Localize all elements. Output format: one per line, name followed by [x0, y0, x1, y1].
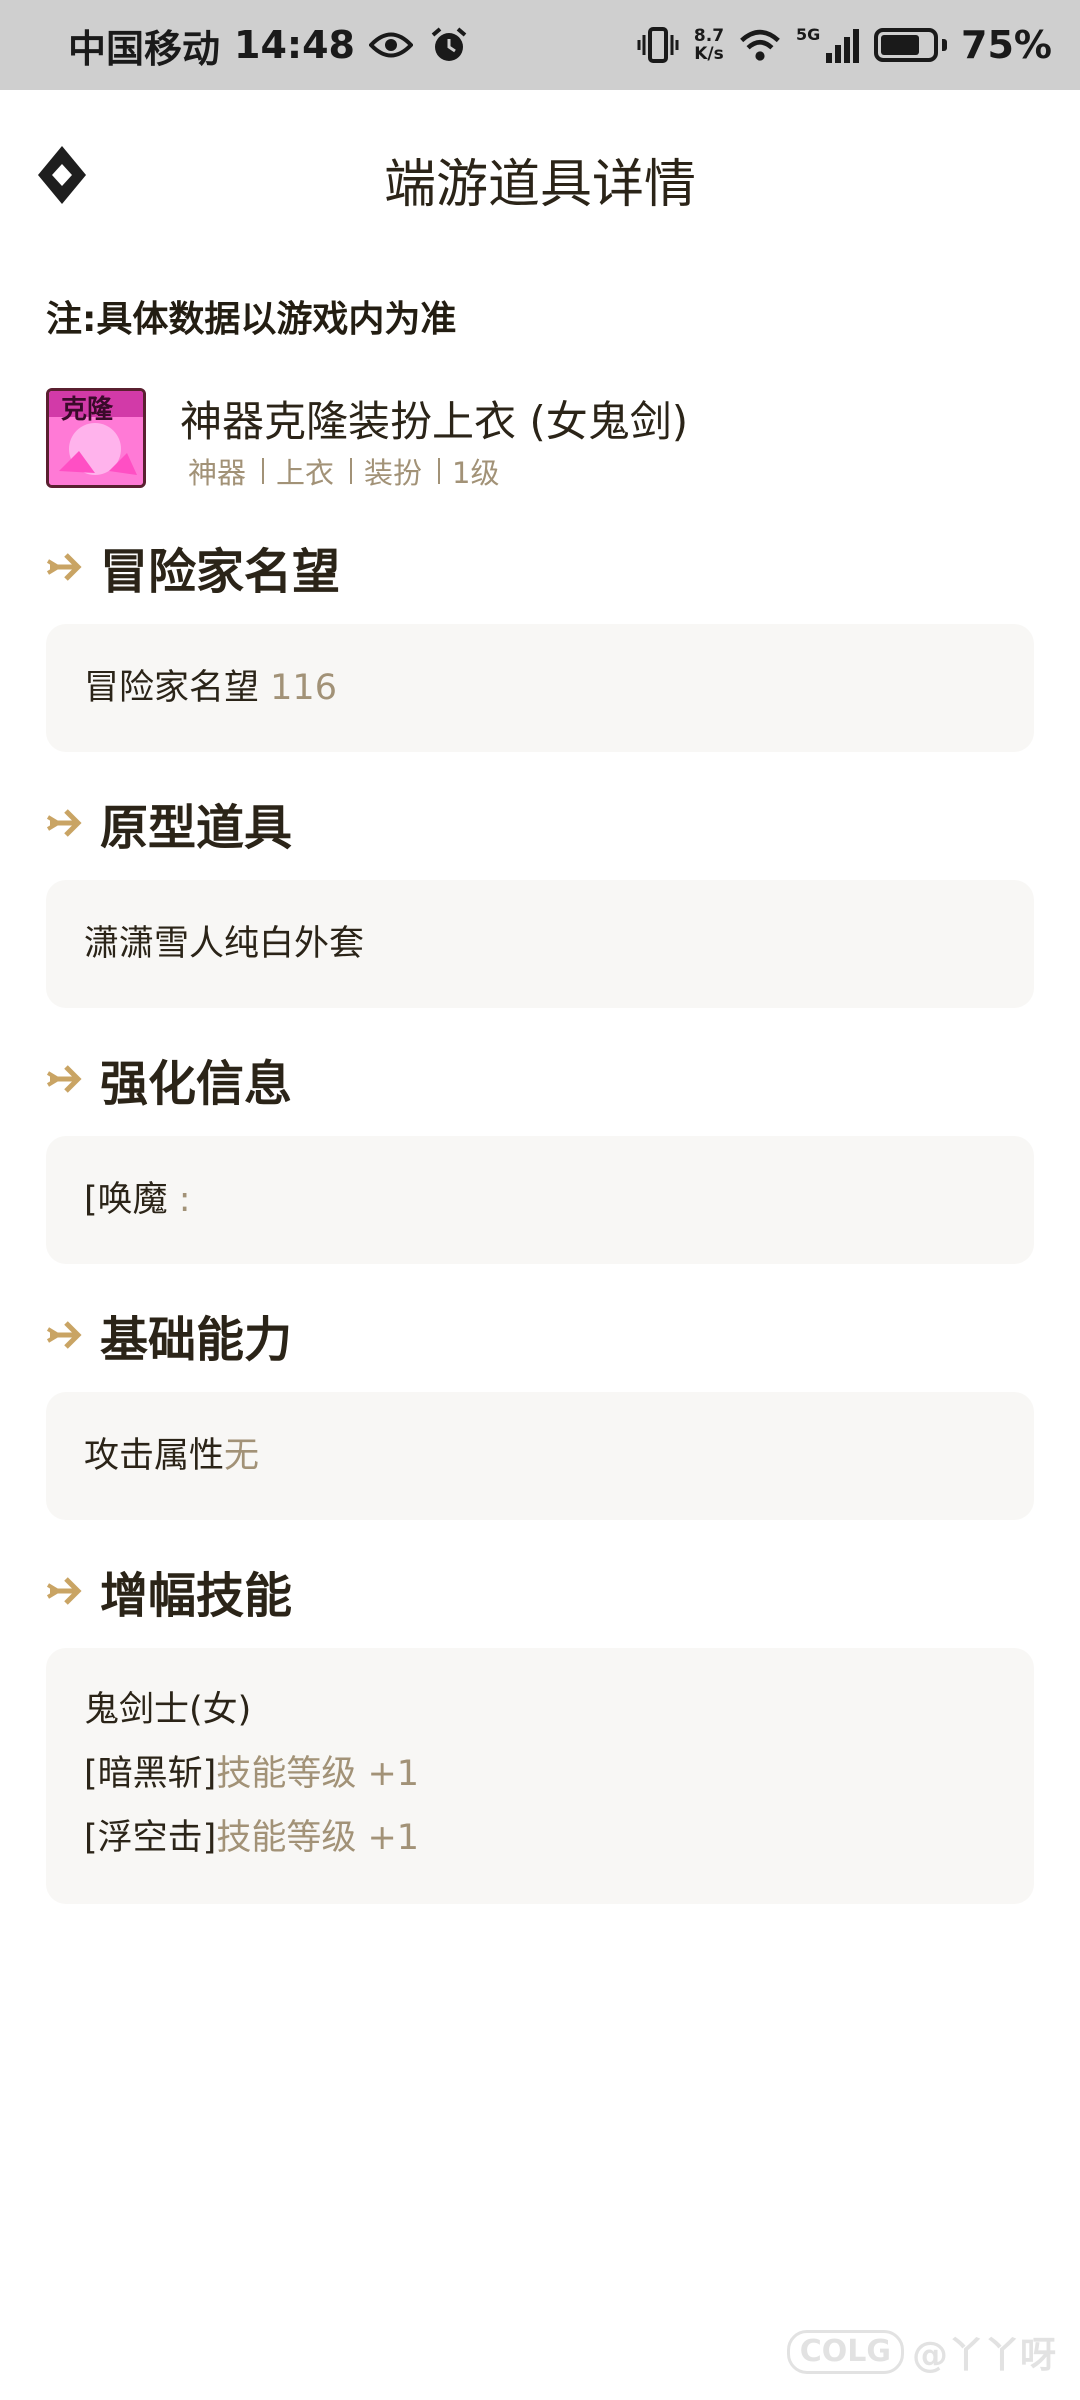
signal-icon: 5G: [796, 25, 860, 65]
section-header-prototype: 原型道具: [46, 788, 1036, 858]
skill-row: [暗黑斩]技能等级 +1: [84, 1742, 996, 1806]
basic-label: 攻击属性: [84, 1436, 225, 1476]
battery-icon: [874, 28, 948, 62]
enhance-line: [唤魔 :: [84, 1168, 996, 1232]
reputation-card: 冒险家名望 116: [46, 624, 1034, 752]
enhance-suffix: :: [178, 1180, 191, 1220]
watermark: COLG @丫丫呀: [786, 2326, 1056, 2378]
carrier-label: 中国移动: [68, 26, 221, 71]
section-header-skills: 增幅技能: [46, 1556, 1036, 1626]
section-header-enhance: 强化信息: [46, 1044, 1036, 1114]
net-speed: 8.7 K/s: [694, 27, 724, 63]
item-thumbnail-text: 克隆: [61, 395, 114, 425]
basic-value: 无: [224, 1436, 260, 1476]
net-speed-value: 8.7: [693, 26, 725, 46]
section-title: 强化信息: [100, 1056, 293, 1112]
status-bar-right: 8.7 K/s 5G 75%: [636, 23, 1052, 67]
arrow-icon: [46, 1577, 82, 1605]
status-bar-left: 中国移动 14:48: [68, 18, 471, 73]
item-tag: 上衣: [276, 456, 335, 490]
item-header: 克隆 神器克隆装扮上衣 (女鬼剑) 神器 上衣 装扮 1级: [46, 388, 1036, 492]
item-name: 神器克隆装扮上衣 (女鬼剑): [180, 397, 689, 446]
battery-fill: [881, 35, 919, 55]
skill-row: [浮空击]技能等级 +1: [84, 1806, 996, 1870]
watermark-user: @丫丫呀: [911, 2335, 1056, 2376]
wifi-icon: [738, 25, 782, 65]
status-bar: 中国移动 14:48 8.7 K/s 5G 75%: [0, 0, 1080, 90]
network-type-label: 5G: [796, 25, 821, 44]
basic-line: 攻击属性无: [84, 1424, 996, 1488]
arrow-icon: [46, 1065, 82, 1093]
data-disclaimer-note: 注:具体数据以游戏内为准: [46, 299, 457, 340]
tag-divider: [438, 458, 441, 484]
page-title: 端游道具详情: [383, 155, 696, 215]
section-header-reputation: 冒险家名望: [46, 532, 1036, 602]
tag-divider: [262, 458, 265, 484]
skills-card: 鬼剑士(女) [暗黑斩]技能等级 +1 [浮空击]技能等级 +1: [46, 1648, 1034, 1904]
section-title: 原型道具: [100, 800, 293, 856]
tag-divider: [350, 458, 353, 484]
skill-name: [暗黑斩]: [84, 1754, 217, 1794]
arrow-icon: [46, 1321, 82, 1349]
skill-name: [浮空击]: [84, 1818, 217, 1858]
enhance-label: [唤魔: [84, 1180, 168, 1220]
vibrate-icon: [636, 25, 680, 65]
item-tag: 装扮: [364, 456, 423, 490]
prototype-item-name: 潇潇雪人纯白外套: [84, 924, 365, 964]
item-tags: 神器 上衣 装扮 1级: [188, 450, 500, 492]
reputation-line: 冒险家名望 116: [84, 656, 996, 720]
eye-icon: [368, 25, 413, 65]
section-header-basic: 基础能力: [46, 1300, 1036, 1370]
section-title: 增幅技能: [100, 1568, 293, 1624]
battery-percent: 75%: [961, 23, 1052, 67]
skills-class-name: 鬼剑士(女): [84, 1690, 252, 1730]
section-title: 基础能力: [100, 1312, 293, 1368]
item-tag: 神器: [188, 456, 247, 490]
battery-tip: [942, 39, 948, 51]
watermark-logo: COLG: [786, 2330, 904, 2374]
clock-time: 14:48: [234, 23, 355, 67]
reputation-value: 116: [270, 668, 337, 708]
arrow-icon: [46, 553, 82, 581]
arrow-icon: [46, 809, 82, 837]
top-bar: 端游道具详情: [0, 90, 1080, 260]
skill-effect: 技能等级 +1: [216, 1818, 420, 1858]
enhance-card: [唤魔 :: [46, 1136, 1034, 1264]
reputation-label: 冒险家名望: [84, 668, 260, 708]
skill-effect: 技能等级 +1: [216, 1754, 420, 1794]
net-speed-unit: K/s: [694, 44, 724, 64]
item-thumbnail: 克隆: [46, 388, 146, 488]
battery-body: [874, 28, 939, 62]
alarm-icon: [427, 25, 471, 65]
section-title: 冒险家名望: [100, 544, 341, 600]
prototype-card: 潇潇雪人纯白外套: [46, 880, 1034, 1008]
item-tag: 1级: [452, 456, 500, 490]
basic-card: 攻击属性无: [46, 1392, 1034, 1520]
